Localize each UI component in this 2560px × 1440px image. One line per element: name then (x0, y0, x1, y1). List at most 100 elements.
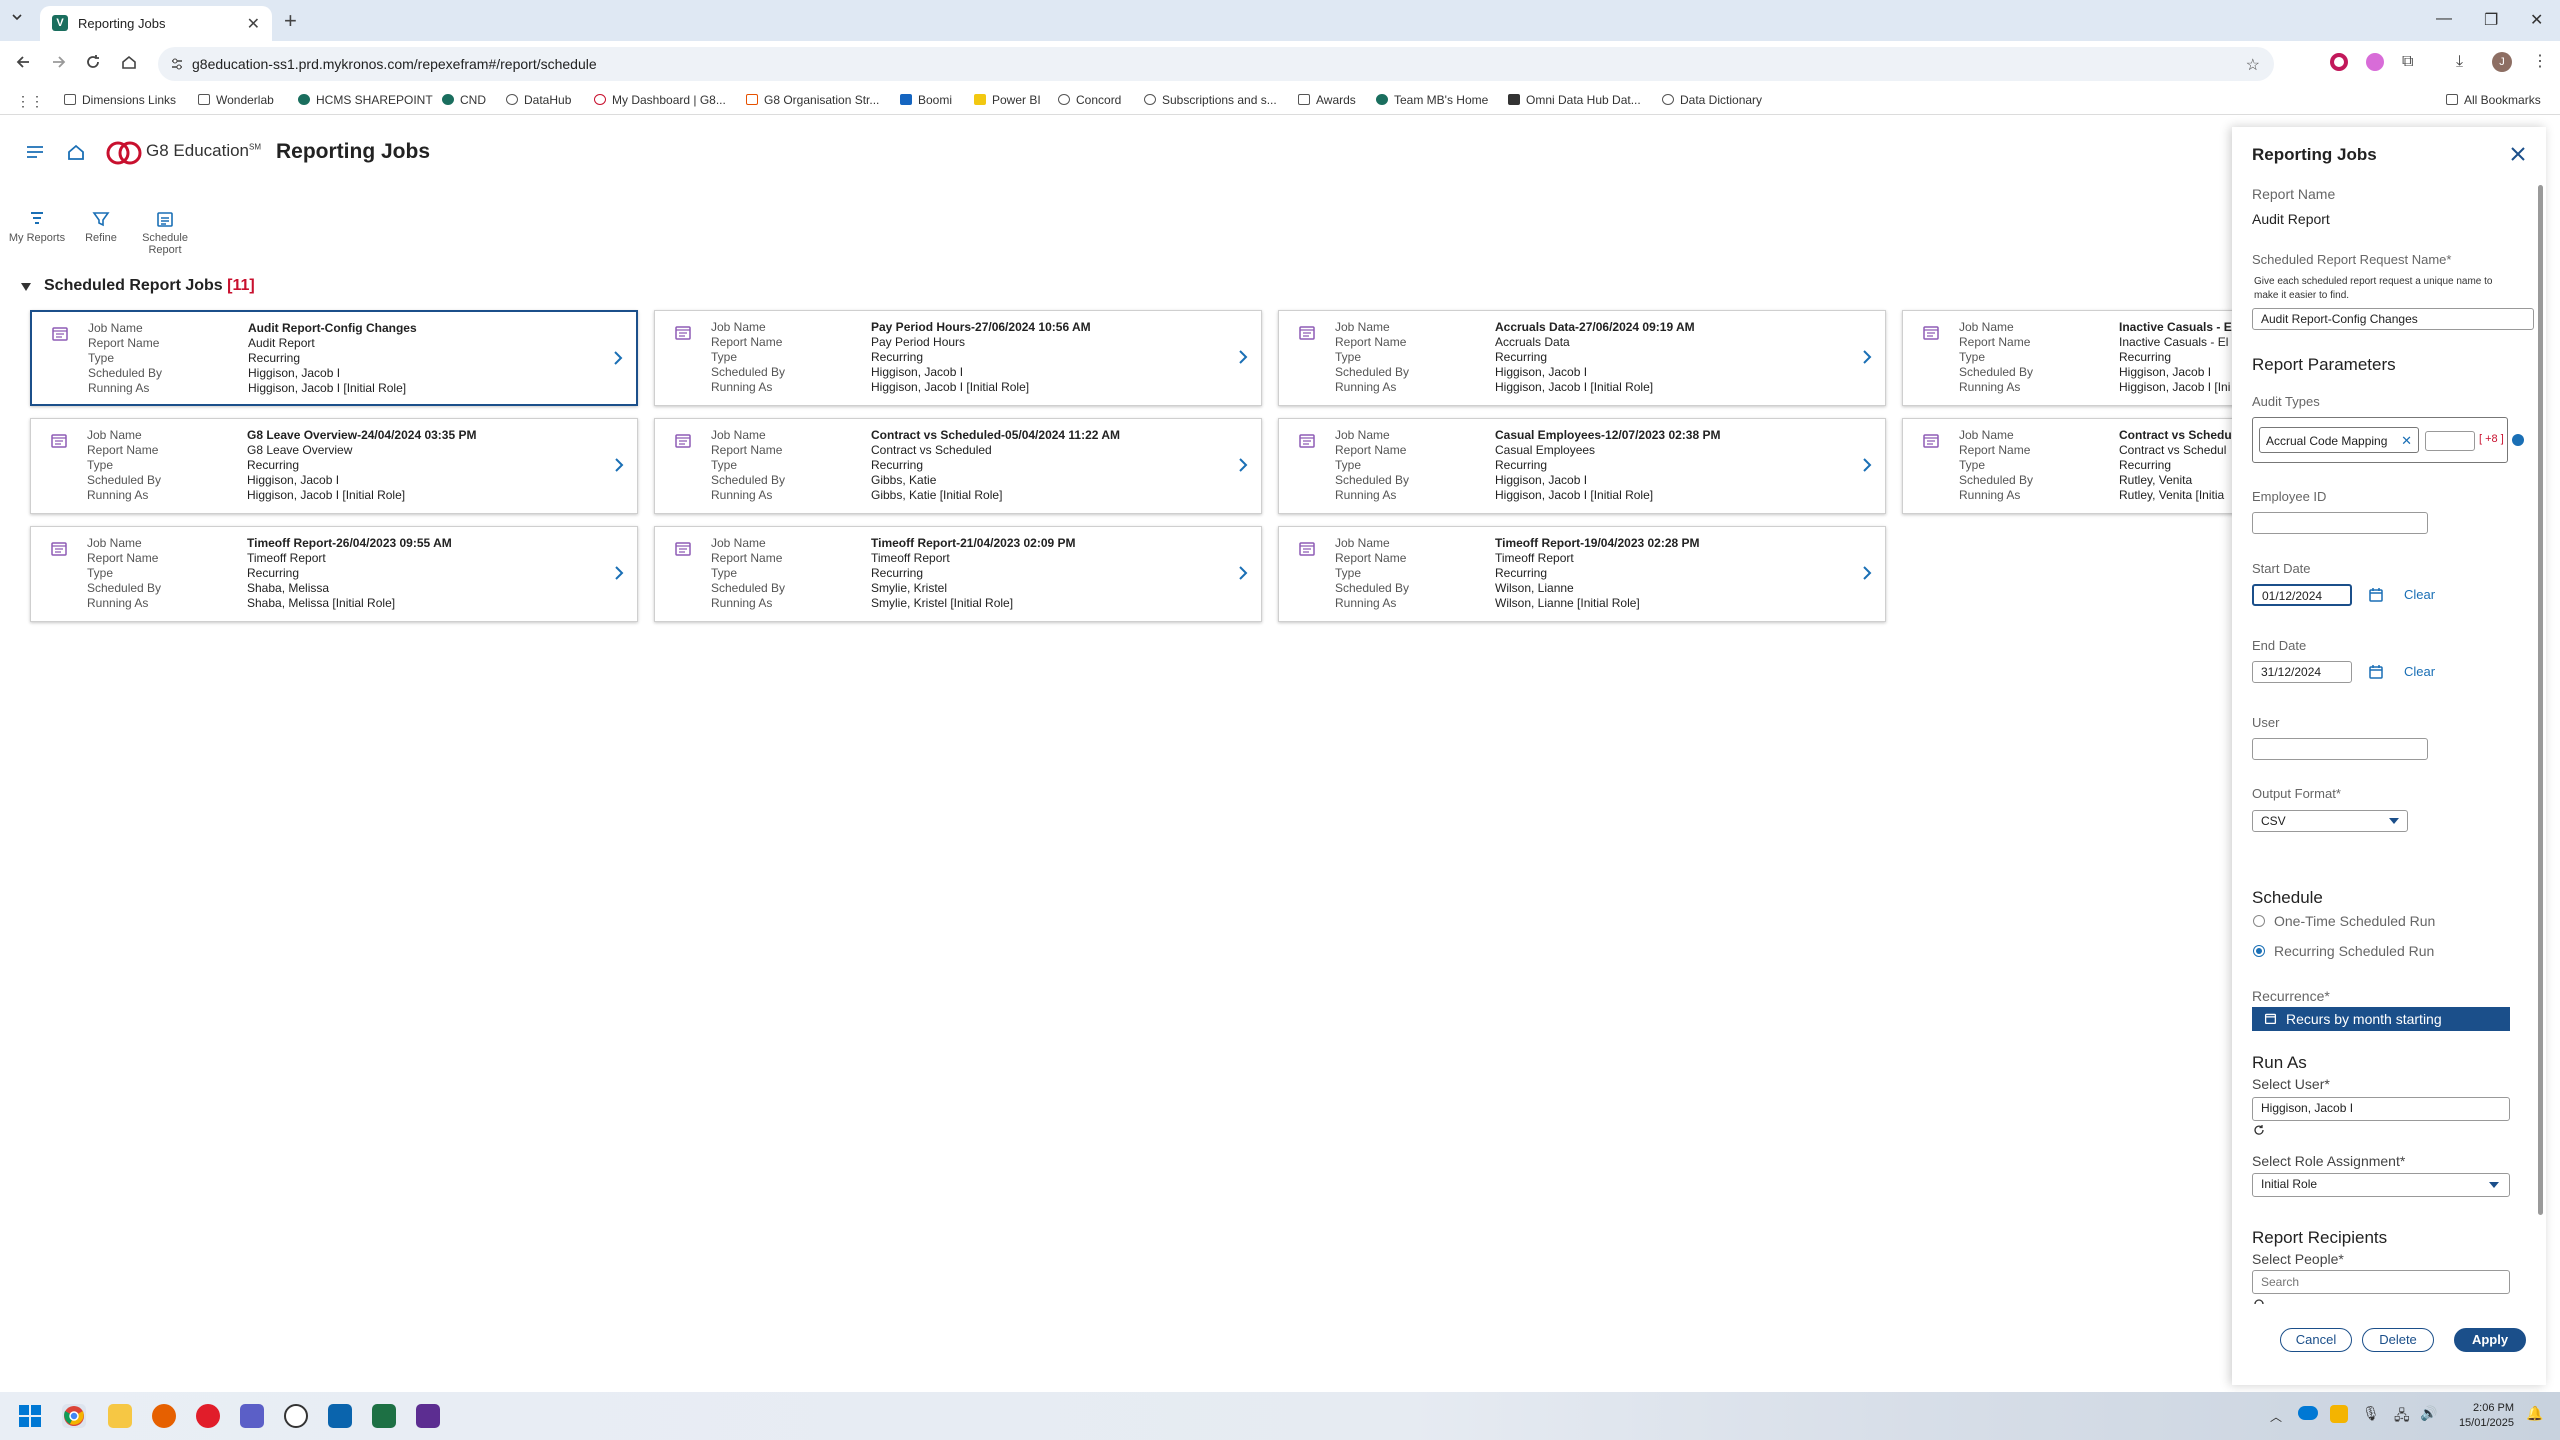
bookmark-item[interactable]: My Dashboard | G8... (594, 93, 726, 107)
teams-icon[interactable] (240, 1404, 264, 1428)
browser-tab-reporting-jobs[interactable]: V Reporting Jobs ✕ (40, 6, 272, 41)
bookmark-item[interactable]: Data Dictionary (1662, 93, 1762, 107)
role-assignment-select[interactable]: Initial Role (2252, 1173, 2510, 1197)
recurrence-button[interactable]: Recurs by month starting (2252, 1007, 2510, 1031)
request-name-field[interactable]: Audit Report-Config Changes (2252, 308, 2534, 330)
my-reports-button[interactable]: My Reports (2, 210, 72, 244)
chrome-icon[interactable] (62, 1404, 86, 1428)
job-card[interactable]: Job Name Report Name Type Scheduled By Runni… (1278, 526, 1886, 622)
refresh-icon[interactable] (2253, 1124, 2265, 1136)
clock[interactable]: 2:06 PM 15/01/2025 (2450, 1401, 2514, 1431)
chevron-right-icon[interactable] (1237, 455, 1249, 475)
bookmark-item[interactable]: Team MB's Home (1376, 93, 1488, 107)
select-people-search-input[interactable] (2252, 1270, 2510, 1294)
chevron-right-icon[interactable] (613, 455, 625, 475)
close-panel-icon[interactable] (2510, 146, 2526, 162)
job-card[interactable]: Job Name Report Name Type Scheduled By Runni… (30, 526, 638, 622)
clear-start-date-link[interactable]: Clear (2404, 587, 2435, 602)
excel-icon[interactable] (372, 1404, 396, 1428)
chevron-right-icon[interactable] (1237, 563, 1249, 583)
tray-app-icon[interactable] (2330, 1405, 2348, 1423)
profile-avatar[interactable]: J (2492, 52, 2512, 72)
select-user-field[interactable]: Higgison, Jacob I (2252, 1097, 2510, 1121)
start-date-field[interactable]: 01/12/2024 (2252, 584, 2352, 606)
bookmark-item[interactable]: Awards (1298, 93, 1356, 107)
chevron-right-icon[interactable] (1861, 563, 1873, 583)
schedule-report-button[interactable]: Schedule Report (130, 210, 200, 256)
volume-icon[interactable]: 🔊 (2420, 1405, 2437, 1422)
outlook-icon[interactable] (328, 1404, 352, 1428)
chevron-right-icon[interactable] (612, 348, 624, 368)
tab-list-chevron-icon[interactable] (10, 10, 24, 24)
job-card[interactable]: Job Name Report Name Type Scheduled By Runni… (1278, 310, 1886, 406)
show-hidden-icons-chevron-icon[interactable]: ︿ (2270, 1408, 2282, 1425)
cancel-button[interactable]: Cancel (2280, 1328, 2352, 1352)
bookmark-item[interactable]: Omni Data Hub Dat... (1508, 93, 1641, 107)
windows-start-icon[interactable] (18, 1404, 42, 1428)
chevron-right-icon[interactable] (613, 563, 625, 583)
audit-types-multiselect[interactable]: Accrual Code Mapping ✕ [ +8 ] (2252, 417, 2508, 463)
file-explorer-icon[interactable] (108, 1404, 132, 1428)
minimize-icon[interactable]: — (2436, 10, 2452, 28)
chevron-right-icon[interactable] (1861, 347, 1873, 367)
bookmark-item[interactable]: Concord (1058, 93, 1121, 107)
bookmark-item[interactable]: Boomi (900, 93, 952, 107)
calendar-icon[interactable] (2368, 587, 2384, 603)
apply-button[interactable]: Apply (2454, 1328, 2526, 1352)
all-bookmarks-folder[interactable]: All Bookmarks (2446, 93, 2541, 107)
chevron-right-icon[interactable] (1861, 455, 1873, 475)
bookmark-item[interactable]: Subscriptions and s... (1144, 93, 1277, 107)
refine-button[interactable]: Refine (66, 210, 136, 244)
bookmark-item[interactable]: HCMS SHAREPOINT (298, 93, 433, 107)
end-date-field[interactable]: 31/12/2024 (2252, 661, 2352, 683)
bookmark-item[interactable]: Wonderlab (198, 93, 274, 107)
new-tab-button[interactable]: + (284, 8, 297, 34)
address-bar[interactable]: g8education-ss1.prd.mykronos.com/repexef… (158, 47, 2274, 81)
restore-icon[interactable]: ❐ (2484, 10, 2498, 30)
bookmark-item[interactable]: G8 Organisation Str... (746, 93, 879, 107)
microphone-icon[interactable]: 🎙 (2362, 1405, 2380, 1422)
collapse-caret-icon[interactable] (20, 282, 32, 292)
job-card[interactable]: Job Name Report Name Type Scheduled By Runni… (30, 310, 638, 406)
delete-button[interactable]: Delete (2362, 1328, 2434, 1352)
panel-scrollbar[interactable] (2538, 185, 2543, 1215)
output-format-select[interactable]: CSV (2252, 810, 2408, 832)
window-close-icon[interactable]: ✕ (2530, 10, 2543, 30)
remove-chip-icon[interactable]: ✕ (2401, 433, 2412, 449)
firefox-icon[interactable] (152, 1404, 176, 1428)
bookmark-item[interactable]: Power BI (974, 93, 1041, 107)
home-nav-icon[interactable] (66, 142, 86, 162)
onedrive-icon[interactable] (2298, 1406, 2318, 1420)
job-card[interactable]: Job Name Report Name Type Scheduled By Runni… (1278, 418, 1886, 514)
browser-menu-icon[interactable]: ⋮ (2532, 51, 2548, 71)
user-field[interactable] (2252, 738, 2428, 760)
site-info-icon[interactable] (170, 57, 184, 71)
bookmark-star-icon[interactable]: ☆ (2246, 55, 2260, 75)
close-tab-icon[interactable]: ✕ (247, 14, 260, 34)
job-card[interactable]: Job Name Report Name Type Scheduled By Runni… (30, 418, 638, 514)
apps-grid-icon[interactable]: ⋮⋮ (16, 93, 44, 110)
job-card[interactable]: Job Name Report Name Type Scheduled By Runni… (654, 418, 1262, 514)
recurring-radio[interactable] (2253, 945, 2265, 957)
job-card[interactable]: Job Name Report Name Type Scheduled By Runni… (654, 310, 1262, 406)
refresh-icon[interactable] (2253, 1298, 2265, 1306)
media-player-icon[interactable] (196, 1404, 220, 1428)
notifications-bell-icon[interactable]: 🔔 (2526, 1405, 2543, 1422)
calendar-icon[interactable] (2368, 664, 2384, 680)
bookmark-item[interactable]: DataHub (506, 93, 571, 107)
back-icon[interactable] (14, 53, 32, 71)
home-icon[interactable] (120, 53, 138, 71)
employee-id-field[interactable] (2252, 512, 2428, 534)
hamburger-menu-icon[interactable] (26, 144, 44, 160)
network-icon[interactable]: 🖧 (2394, 1405, 2410, 1429)
extension-2-icon[interactable] (2366, 53, 2384, 71)
extensions-puzzle-icon[interactable]: ⧉ (2402, 53, 2413, 71)
clear-end-date-link[interactable]: Clear (2404, 664, 2435, 679)
chevron-right-icon[interactable] (1237, 347, 1249, 367)
reload-icon[interactable] (84, 53, 102, 71)
info-dot-icon[interactable] (2512, 434, 2524, 446)
bookmark-item[interactable]: Dimensions Links (64, 93, 176, 107)
audit-types-search-input[interactable] (2425, 431, 2475, 451)
more-selections-badge[interactable]: [ +8 ] (2479, 433, 2504, 445)
job-card[interactable]: Job Name Report Name Type Scheduled By Runni… (654, 526, 1262, 622)
